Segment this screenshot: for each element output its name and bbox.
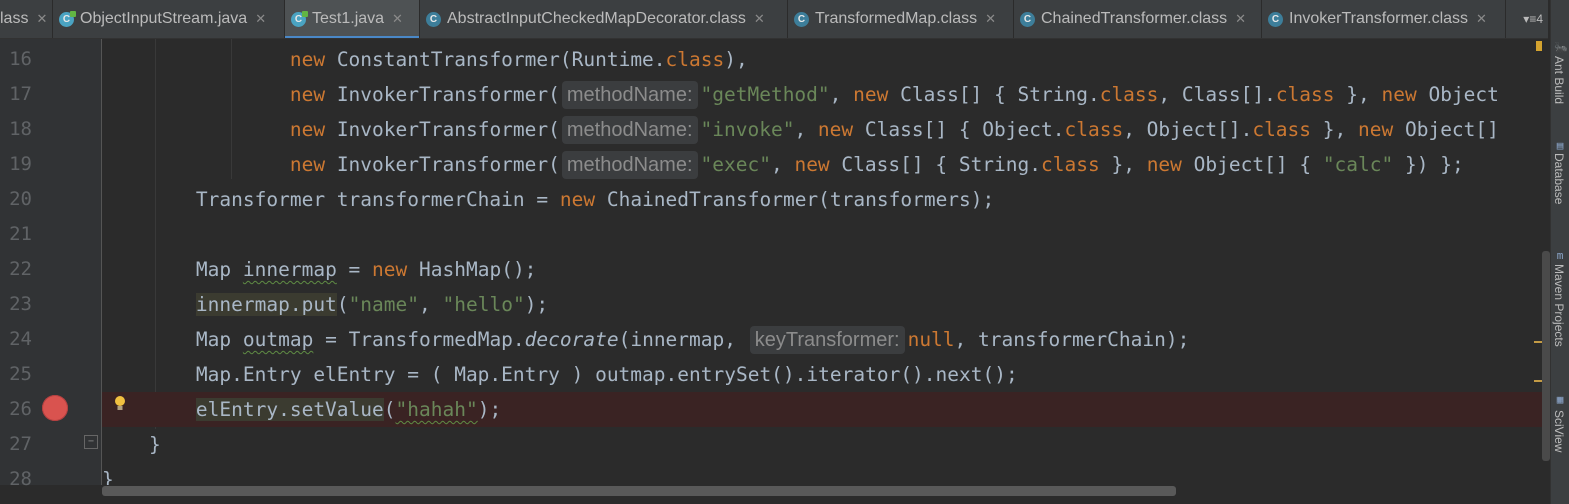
editor-tab-bar: lass ✕ C ObjectInputStream.java ✕ C Test… [0,0,1548,39]
close-icon[interactable]: ✕ [1476,11,1487,27]
parameter-hint: methodName: [561,116,698,144]
vertical-scrollbar-thumb[interactable] [1542,251,1550,461]
code-line-breakpoint: elEntry.setValue("hahah"); [102,392,1542,427]
sciview-icon: ▦ [1556,393,1564,406]
line-number: 19 [9,153,32,175]
code-line: Map innermap = new HashMap(); [195,258,537,281]
parameter-hint: methodName: [561,81,698,109]
lightbulb-icon[interactable] [113,395,127,413]
parameter-hint: keyTransformer: [749,326,905,354]
tab-transformedmap[interactable]: C TransformedMap.class ✕ [788,0,1014,38]
close-icon[interactable]: ✕ [1235,11,1246,27]
class-file-icon: C [794,11,809,27]
code-line: Map outmap = TransformedMap.decorate(inn… [102,322,1542,357]
tab-objectinputstream[interactable]: C ObjectInputStream.java ✕ [53,0,285,38]
tab-label: ChainedTransformer.class [1041,10,1228,27]
line-number: 16 [9,48,32,70]
tab-partial-class[interactable]: lass ✕ [0,0,53,38]
code-line: innermap.put("name", "hello"); [195,293,549,316]
line-number: 21 [9,223,32,245]
code-line: } [148,433,161,456]
close-icon[interactable]: ✕ [392,11,403,27]
line-number: 23 [9,293,32,315]
line-number: 27 [9,433,32,455]
tab-abstractinputcheckedmapdecorator[interactable]: C AbstractInputCheckedMapDecorator.class… [420,0,788,38]
code-editor[interactable]: new ConstantTransformer(Runtime.class), … [102,39,1542,485]
code-line: Transformer transformerChain = new Chain… [195,188,995,211]
horizontal-scrollbar-thumb[interactable] [102,486,1176,496]
close-icon[interactable]: ✕ [255,11,266,27]
maven-icon: m [1556,249,1564,262]
code-line: new InvokerTransformer(methodName: "exec"… [102,147,1542,182]
close-icon[interactable]: ✕ [36,11,47,27]
java-class-icon: C [291,10,308,27]
maven-projects-panel-button[interactable]: Maven Projects [1552,264,1566,347]
ant-build-panel-button[interactable]: Ant Build [1552,56,1566,104]
tab-overflow-button[interactable]: ▾≡4 [1519,0,1547,38]
code-line: new InvokerTransformer(methodName: "invok… [102,112,1542,147]
code-line: new ConstantTransformer(Runtime.class), [289,48,748,71]
fold-icon[interactable]: − [84,435,98,449]
vertical-scrollbar[interactable] [1542,39,1550,485]
tab-label: TransformedMap.class [815,10,978,27]
line-number: 25 [9,363,32,385]
line-number: 20 [9,188,32,210]
line-number: 18 [9,118,32,140]
line-number: 22 [9,258,32,280]
code-line: Map.Entry elEntry = ( Map.Entry ) outmap… [195,363,1018,386]
line-number: 28 [9,468,32,490]
tab-label: Test1.java [312,10,385,27]
breakpoint-icon[interactable] [42,395,68,421]
line-number: 26 [9,398,32,420]
right-tool-window-bar: 🐜 Ant Build ▤ Database m Maven Projects … [1550,0,1569,504]
tab-label: ObjectInputStream.java [80,10,248,27]
line-number: 24 [9,328,32,350]
database-panel-button[interactable]: Database [1552,153,1566,204]
class-file-icon: C [426,11,441,27]
code-line: } [102,468,114,485]
tab-label: InvokerTransformer.class [1289,10,1469,27]
tab-invokertransformer[interactable]: C InvokerTransformer.class ✕ [1262,0,1506,38]
class-file-icon: C [1268,11,1283,27]
sciview-panel-button[interactable]: SciView [1552,410,1566,452]
tab-label: lass [0,10,29,27]
parameter-hint: methodName: [561,151,698,179]
horizontal-scrollbar[interactable] [102,485,1542,504]
tab-label: AbstractInputCheckedMapDecorator.class [447,10,746,27]
close-icon[interactable]: ✕ [985,11,996,27]
line-number: 17 [9,83,32,105]
database-icon: ▤ [1556,139,1564,152]
code-line: new InvokerTransformer(methodName: "getMe… [102,77,1542,112]
close-icon[interactable]: ✕ [754,11,765,27]
java-class-icon: C [59,10,76,27]
tab-test1[interactable]: C Test1.java ✕ [285,0,420,38]
ant-build-icon: 🐜 [1554,41,1568,54]
tab-chainedtransformer[interactable]: C ChainedTransformer.class ✕ [1014,0,1262,38]
class-file-icon: C [1020,11,1035,27]
